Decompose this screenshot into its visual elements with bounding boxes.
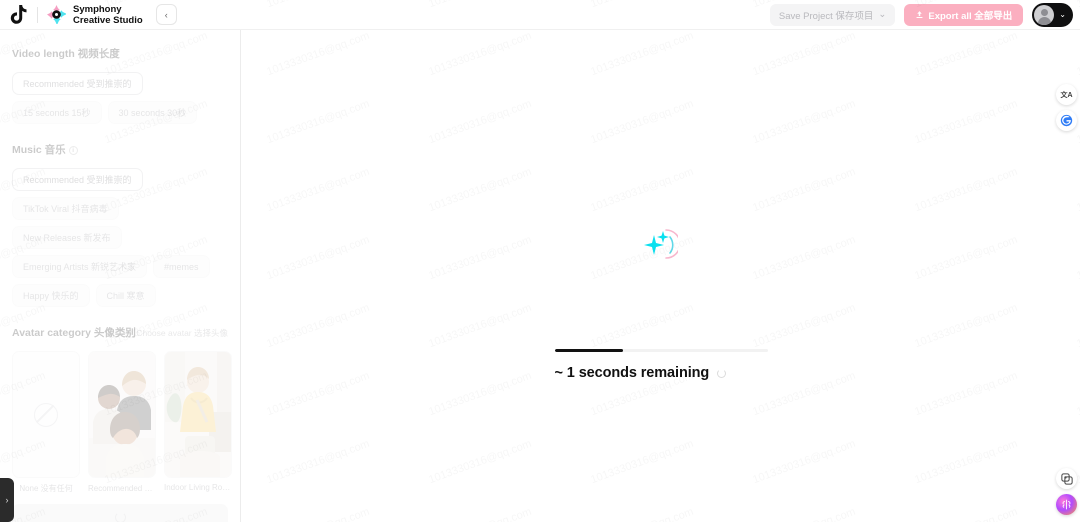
avatar-label-living-room: Indoor Living Room... (164, 483, 232, 492)
translate-icon[interactable]: 文A (1056, 84, 1077, 105)
top-bar-actions: Save Project 保存项目 ⌄ Export all 全部导出 ⌄ (769, 2, 1080, 27)
ai-brain-icon[interactable] (1056, 494, 1077, 515)
screenshot-icon[interactable] (1056, 468, 1077, 489)
sparkle-icon (644, 227, 681, 261)
progress-bar-track (554, 349, 768, 352)
avatar-thumb-recommended[interactable] (88, 351, 156, 478)
music-title-text: Music 音乐 (12, 144, 66, 156)
avatar-label-none: None 没有任何 (19, 484, 73, 493)
generate-button[interactable] (12, 504, 228, 522)
upload-icon (916, 11, 923, 19)
right-rail-top: 文A (1056, 84, 1077, 131)
music-option-emerging-artists[interactable]: Emerging Artists 新锐艺术家 (12, 255, 148, 278)
avatar-card-list: None 没有任何 Recommended 受... Indoor Living… (12, 351, 232, 494)
right-rail-bottom (1056, 468, 1077, 515)
spinner-icon (114, 511, 126, 522)
sidebar-content: Video length 视频长度 Recommended 受到推崇的 15 s… (0, 30, 240, 522)
group-photo-illustration (89, 352, 155, 477)
save-project-label: Save Project 保存项目 (778, 10, 874, 22)
tiktok-logo-icon[interactable] (8, 4, 30, 26)
avatar-thumb-living-room[interactable] (164, 351, 232, 478)
left-sidebar: Video length 视频长度 Recommended 受到推崇的 15 s… (0, 30, 241, 522)
remaining-spinner-icon (717, 368, 727, 378)
export-all-button[interactable]: Export all 全部导出 (904, 3, 1024, 26)
progress-bar-fill (554, 349, 623, 352)
assistant-icon[interactable] (1056, 110, 1077, 131)
brand-line-2: Creative Studio (73, 14, 143, 26)
no-entry-icon (34, 402, 58, 427)
music-option-tiktok-viral[interactable]: TikTok Viral 抖音病毒 (12, 197, 119, 220)
avatar (1034, 4, 1055, 25)
remaining-row: ~ 1 seconds remaining (555, 365, 768, 381)
avatar-thumb-none[interactable] (12, 351, 80, 478)
app-root: Video length 视频长度 Recommended 受到推崇的 15 s… (0, 0, 1080, 522)
export-all-label: Export all 全部导出 (928, 10, 1013, 22)
music-title: Music 音乐 i (12, 142, 228, 157)
brand-line-1: Symphony (73, 3, 122, 15)
avatar-category-title-text: Avatar category 头像类别 (12, 327, 136, 339)
sidebar-collapse-handle[interactable]: › (0, 478, 14, 522)
avatar-category-title: Avatar category 头像类别 Choose avatar 选择头像 (12, 325, 228, 340)
avatar-card-recommended[interactable]: Recommended 受... (88, 351, 156, 494)
choose-avatar-label[interactable]: Choose avatar 选择头像 (136, 327, 228, 339)
video-length-chip-group: Recommended 受到推崇的 15 seconds 15秒 30 seco… (12, 72, 228, 124)
video-length-title: Video length 视频长度 (12, 48, 120, 60)
header-collapse-button[interactable]: ‹ (155, 4, 177, 25)
avatar-card-living-room[interactable]: Indoor Living Room... (164, 351, 232, 494)
music-option-chill[interactable]: Chill 寒意 (95, 284, 156, 307)
info-icon[interactable]: i (68, 146, 78, 155)
music-option-recommended[interactable]: Recommended 受到推崇的 (12, 168, 143, 191)
avatar-card-none[interactable]: None 没有任何 (12, 351, 80, 494)
music-option-memes[interactable]: #memes (153, 255, 210, 278)
video-length-option-15s[interactable]: 15 seconds 15秒 (12, 101, 102, 124)
chevron-down-icon: ⌄ (878, 9, 887, 20)
save-project-button[interactable]: Save Project 保存项目 ⌄ (769, 3, 896, 26)
living-room-illustration (165, 352, 231, 477)
generation-loader: ~ 1 seconds remaining (242, 227, 1080, 381)
music-chip-group: Recommended 受到推崇的 TikTok Viral 抖音病毒 New … (12, 168, 228, 307)
symphony-logo-icon (47, 5, 66, 24)
remaining-text: ~ 1 seconds remaining (554, 365, 710, 381)
avatar-label-recommended: Recommended 受... (88, 484, 156, 493)
video-length-option-recommended[interactable]: Recommended 受到推崇的 (12, 72, 143, 95)
account-menu-button[interactable]: ⌄ (1032, 2, 1073, 27)
top-bar: Symphony Creative Studio ‹ Save Project … (0, 0, 1080, 30)
main-stage: ~ 1 seconds remaining (242, 31, 1080, 522)
brand-name: Symphony Creative Studio (73, 4, 143, 26)
video-length-option-30s[interactable]: 30 seconds 30秒 (107, 101, 198, 124)
music-option-happy[interactable]: Happy 快乐的 (12, 284, 90, 307)
music-option-new-releases[interactable]: New Releases 新发布 (12, 226, 122, 249)
chevron-down-icon: ⌄ (1059, 10, 1066, 19)
header-divider (37, 6, 38, 23)
